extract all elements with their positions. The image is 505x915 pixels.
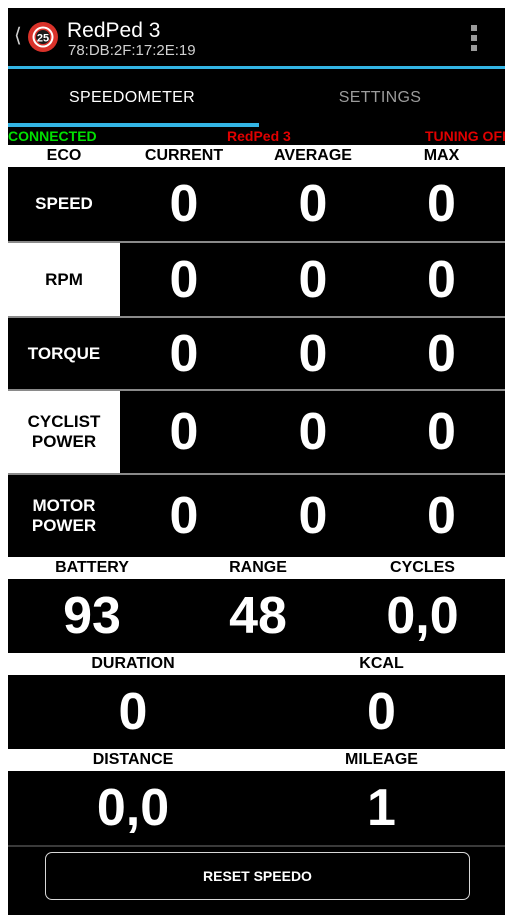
metric-max: 0: [427, 324, 456, 383]
column-current: CURRENT: [144, 147, 224, 164]
tab-settings[interactable]: SETTINGS: [256, 69, 504, 127]
battery-value: 93: [63, 587, 121, 645]
distance-label: DISTANCE: [92, 751, 174, 768]
overflow-menu-icon[interactable]: [464, 24, 484, 52]
device-name: RedPed 3: [227, 128, 291, 144]
app-screen: ⟨ 25 RedPed 3 78:DB:2F:17:2E:19 SPEEDOME…: [8, 8, 505, 915]
distance-values-row: 0,0 1: [8, 771, 505, 845]
tab-bar: SPEEDOMETER SETTINGS: [8, 69, 505, 127]
metric-average: 0: [298, 175, 328, 233]
reset-speedo-button[interactable]: RESET SPEEDO: [45, 852, 470, 900]
device-address: 78:DB:2F:17:2E:19: [68, 42, 196, 59]
app-logo-text: 25: [37, 33, 49, 45]
column-header: ECO CURRENT AVERAGE MAX: [8, 145, 505, 167]
column-average: AVERAGE: [274, 147, 352, 164]
mileage-value: 1: [367, 779, 396, 837]
metric-max: 0: [427, 487, 456, 545]
distance-value: 0,0: [96, 779, 170, 837]
battery-values-row: 93 48 0,0: [8, 579, 505, 653]
metric-max: 0: [427, 403, 456, 461]
metric-current: 0: [169, 324, 199, 383]
distance-header: DISTANCE MILEAGE: [8, 749, 505, 771]
metric-current: 0: [169, 403, 199, 461]
duration-value: 0: [118, 683, 148, 741]
metric-max: 0: [427, 175, 456, 233]
metric-current: 0: [169, 250, 199, 309]
column-eco[interactable]: ECO: [8, 145, 120, 167]
tuning-status: TUNING OFF: [425, 128, 505, 144]
footer-divider: [8, 845, 505, 847]
app-title: RedPed 3: [67, 19, 161, 42]
kcal-label: KCAL: [359, 655, 404, 672]
column-max: MAX: [423, 147, 460, 164]
metric-row-cyclist-power: CYCLIST POWER 0 0 0: [8, 391, 505, 473]
action-bar: ⟨ 25 RedPed 3 78:DB:2F:17:2E:19: [8, 8, 505, 66]
metric-label: SPEED: [8, 167, 120, 241]
kcal-value: 0: [367, 683, 396, 741]
metric-label: TORQUE: [8, 318, 120, 389]
app-logo-icon[interactable]: 25: [27, 21, 59, 53]
mileage-label: MILEAGE: [345, 751, 418, 768]
range-value: 48: [229, 587, 287, 645]
tab-speedometer[interactable]: SPEEDOMETER: [8, 69, 256, 127]
metric-current: 0: [169, 487, 199, 545]
metric-label: CYCLIST POWER: [8, 391, 120, 473]
metric-average: 0: [298, 250, 328, 309]
cycles-label: CYCLES: [390, 559, 455, 576]
battery-header: BATTERY RANGE CYCLES: [8, 557, 505, 579]
metric-label: MOTOR POWER: [8, 475, 120, 557]
metric-average: 0: [298, 403, 328, 461]
duration-label: DURATION: [91, 655, 175, 672]
connection-status: CONNECTED: [8, 128, 97, 144]
duration-header: DURATION KCAL: [8, 653, 505, 675]
chevron-left-icon[interactable]: ⟨: [14, 26, 22, 46]
metric-row-torque: TORQUE 0 0 0: [8, 318, 505, 389]
metric-row-rpm: RPM 0 0 0: [8, 243, 505, 316]
battery-label: BATTERY: [55, 559, 129, 576]
metric-row-motor-power: MOTOR POWER 0 0 0: [8, 475, 505, 557]
metric-max: 0: [427, 250, 456, 309]
duration-values-row: 0 0: [8, 675, 505, 749]
range-label: RANGE: [229, 559, 287, 576]
cycles-value: 0,0: [386, 587, 459, 645]
metric-average: 0: [298, 324, 328, 383]
metric-average: 0: [298, 487, 328, 545]
metric-current: 0: [169, 175, 199, 233]
metric-row-speed: SPEED 0 0 0: [8, 167, 505, 241]
metric-label: RPM: [8, 243, 120, 316]
status-row: CONNECTED RedPed 3 TUNING OFF: [8, 127, 505, 145]
